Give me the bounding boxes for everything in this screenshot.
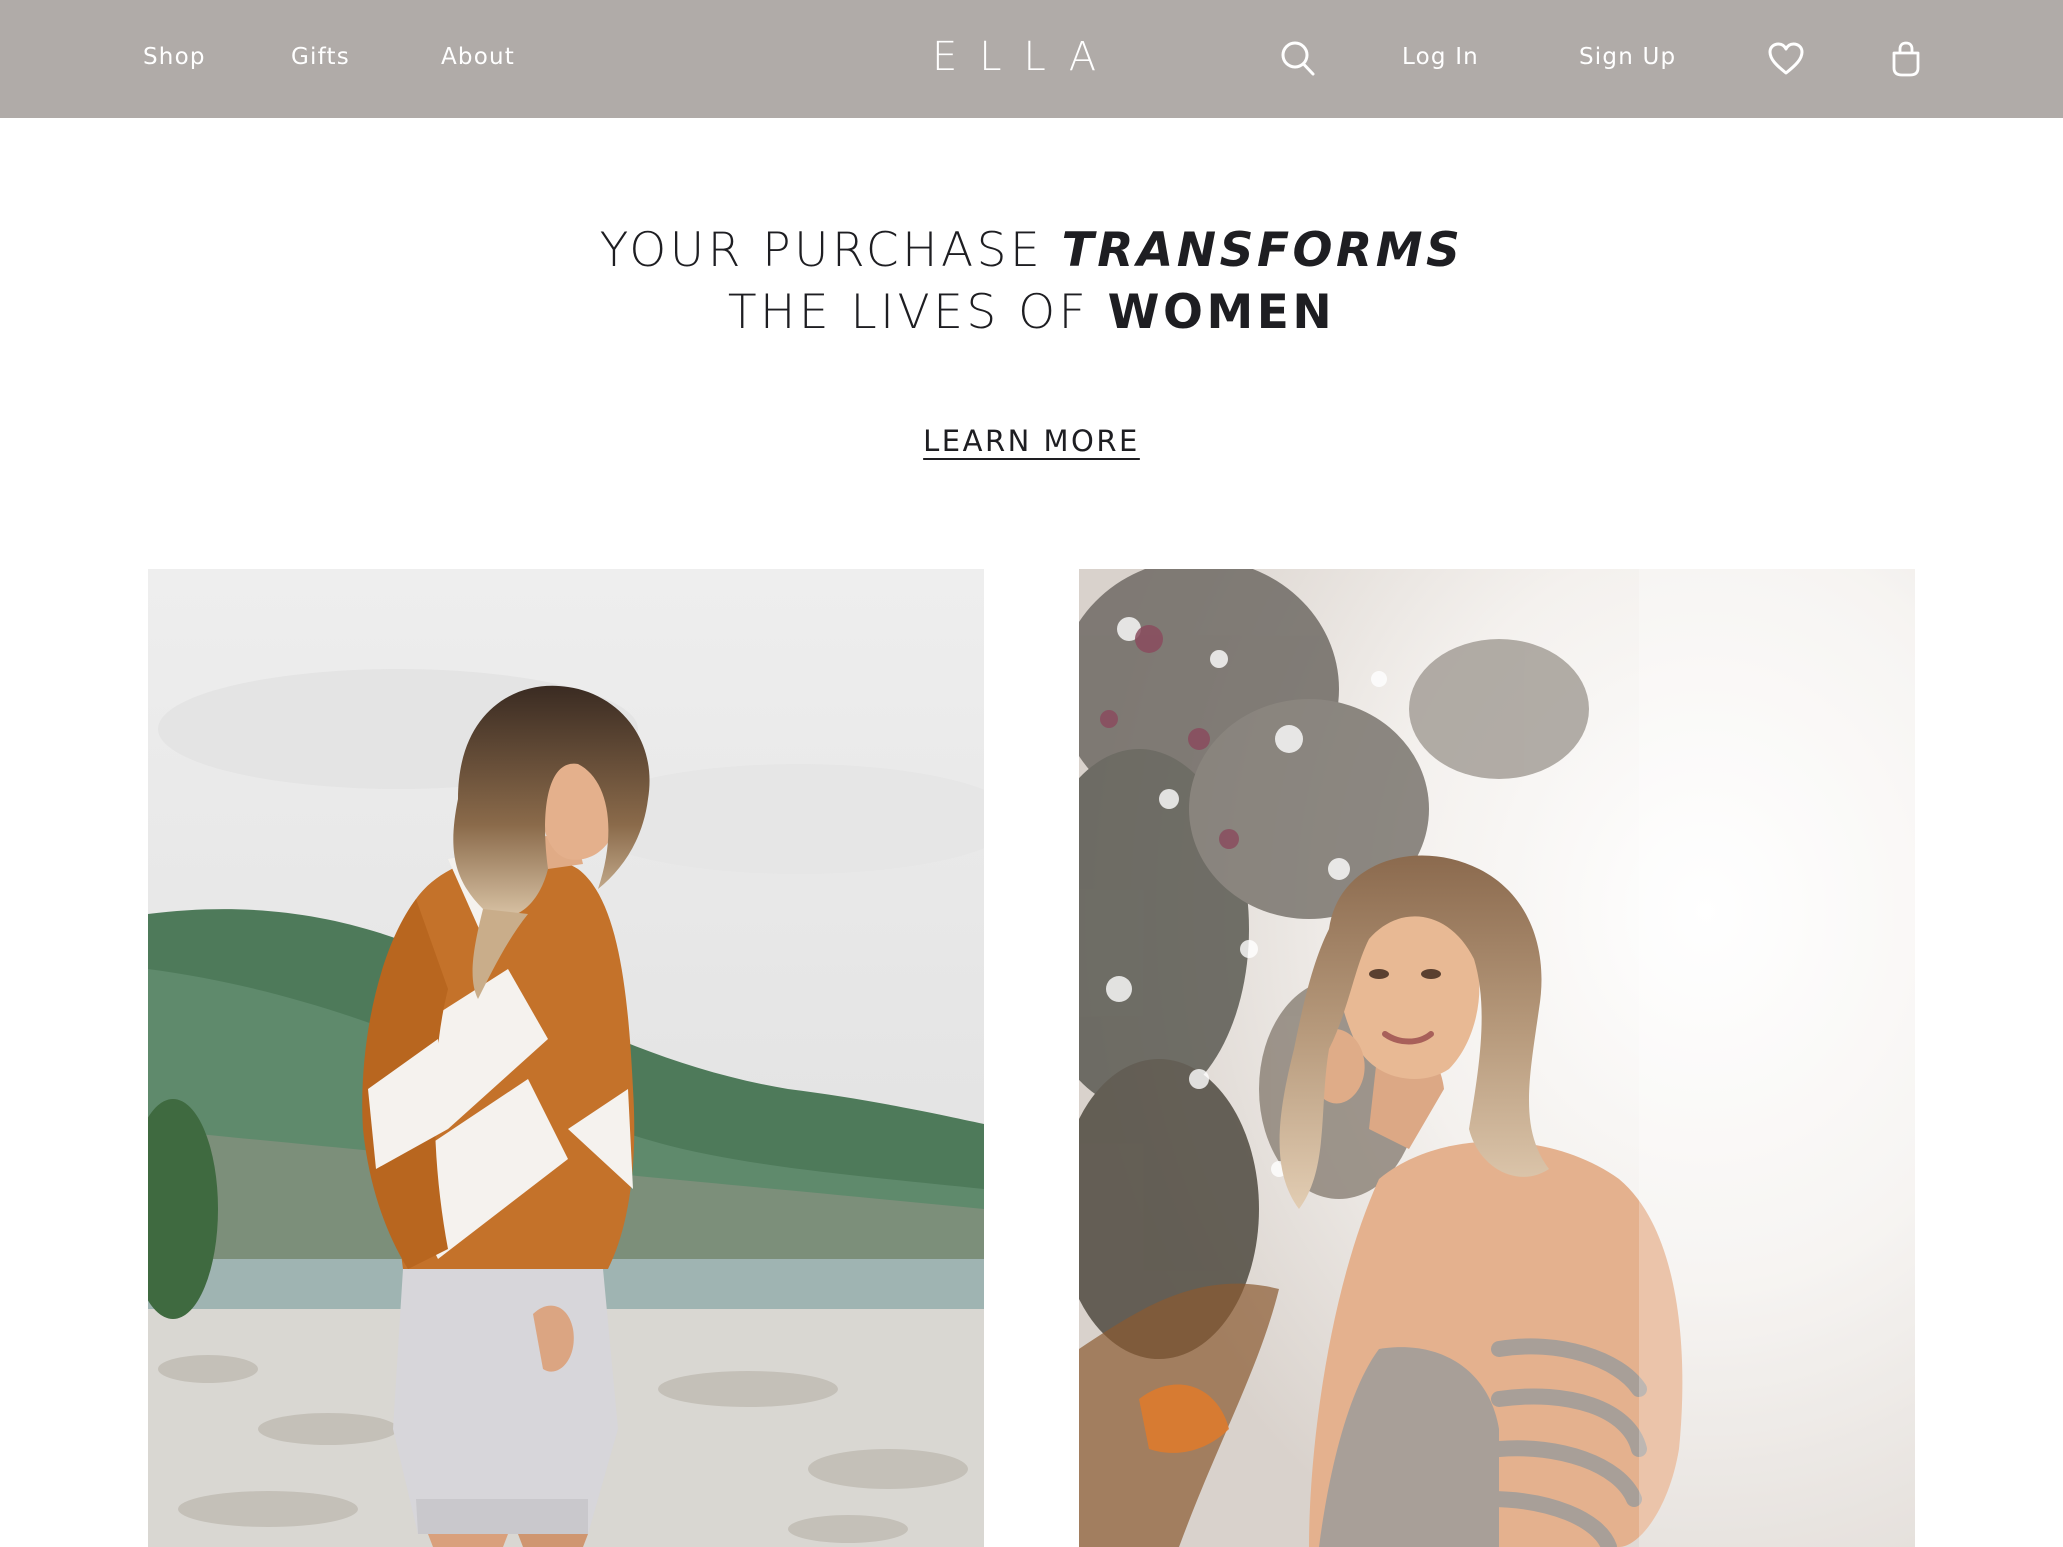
nav-about-link[interactable]: About bbox=[441, 41, 515, 73]
learn-more-container: LEARN MORE bbox=[0, 421, 2063, 461]
nav-shop-link[interactable]: Shop bbox=[143, 41, 206, 73]
site-header: Shop Gifts About ELLA Log In Sign Up bbox=[0, 0, 2063, 118]
hero-headline-line-2: THE LIVES OF WOMEN bbox=[0, 282, 2063, 344]
hero-headline-line-2-prefix: THE LIVES OF bbox=[727, 285, 1090, 340]
woman-in-striped-sweater-photo[interactable] bbox=[148, 569, 984, 1547]
hero-headline-line-1-emphasis: TRANSFORMS bbox=[1061, 223, 1464, 278]
woman-in-sunlit-field-photo[interactable] bbox=[1079, 569, 1915, 1547]
site-logo[interactable]: ELLA bbox=[932, 34, 1118, 80]
search-icon[interactable] bbox=[1280, 40, 1316, 78]
nav-gifts-link[interactable]: Gifts bbox=[291, 41, 350, 73]
hero-headline-line-1: YOUR PURCHASE TRANSFORMS bbox=[0, 220, 2063, 282]
login-link[interactable]: Log In bbox=[1402, 41, 1479, 73]
learn-more-link[interactable]: LEARN MORE bbox=[923, 424, 1140, 458]
signup-link[interactable]: Sign Up bbox=[1579, 41, 1676, 73]
heart-icon[interactable] bbox=[1767, 41, 1805, 77]
hero-headline-line-2-emphasis: WOMEN bbox=[1107, 285, 1336, 340]
hero-headline: YOUR PURCHASE TRANSFORMS THE LIVES OF WO… bbox=[0, 220, 2063, 344]
hero-headline-line-1-prefix: YOUR PURCHASE bbox=[599, 223, 1044, 278]
bag-icon[interactable] bbox=[1890, 40, 1922, 78]
